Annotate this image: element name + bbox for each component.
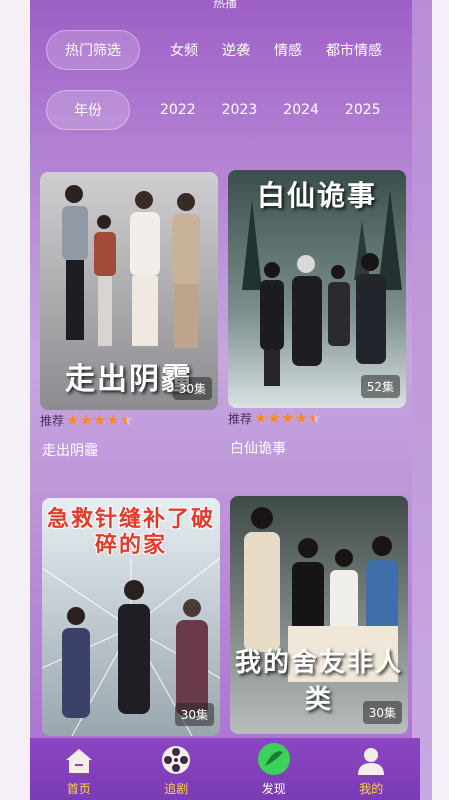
drama-name[interactable]: 白仙诡事 [228, 438, 406, 458]
year-chip-2025[interactable]: 2025 [345, 102, 381, 118]
star-icon: ★ [79, 411, 93, 429]
poster-title: 急救针缝补了破碎的家 [46, 506, 215, 558]
tab-mine[interactable]: 我的 [331, 742, 411, 797]
page-title: 热播 [212, 0, 237, 10]
user-icon [355, 742, 387, 776]
home-icon [64, 742, 94, 776]
filter-chip-female[interactable]: 女频 [170, 40, 198, 60]
tab-home[interactable]: 首页 [39, 742, 119, 797]
tab-mine-label: 我的 [359, 782, 384, 796]
episode-badge: 30集 [362, 701, 402, 724]
episode-badge: 30集 [174, 703, 214, 726]
star-icon: ★ [280, 409, 295, 427]
episode-badge: 52集 [360, 375, 400, 398]
poster-title: 白仙诡事 [256, 179, 377, 212]
drama-poster[interactable]: 走出阴霾 30集 [40, 172, 218, 410]
year-chip-2024[interactable]: 2024 [283, 102, 319, 118]
tab-home-label: 首页 [66, 782, 91, 796]
drama-card[interactable]: 我的舍友非人类 30集 [230, 496, 408, 734]
hot-filter-row: 热门筛选 女频 逆袭 情感 都市情感 [46, 30, 382, 70]
episode-badge: 30集 [172, 377, 212, 400]
star-icon: ★ [294, 409, 308, 427]
recommend-label: 推荐 [228, 411, 253, 426]
year-filter-label[interactable]: 年份 [46, 90, 130, 130]
app-screen: 热播 热门筛选 女频 逆袭 情感 都市情感 年份 2022 2023 2024 … [30, 0, 420, 800]
drama-card[interactable]: 走出阴霾 30集 推荐 ★ ★ ★ ★ ★ 走出阴霾 [40, 172, 218, 460]
star-icon: ★ [254, 409, 268, 427]
drama-card[interactable]: 白仙诡事 52集 推荐 ★ ★ ★ ★ ★ 白仙诡事 [228, 170, 406, 458]
year-filter-row: 年份 2022 2023 2024 2025 [46, 90, 381, 130]
tab-discover[interactable]: 发现 [234, 742, 314, 797]
tab-following-label: 追剧 [164, 782, 189, 796]
half-star-icon: ★ [307, 409, 322, 427]
side-strip [412, 0, 432, 800]
rating-row: 推荐 ★ ★ ★ ★ ★ [228, 410, 406, 426]
star-icon: ★ [66, 411, 80, 429]
hot-filter-label[interactable]: 热门筛选 [46, 30, 140, 70]
filter-chip-urban[interactable]: 都市情感 [326, 40, 382, 60]
drama-poster[interactable]: 我的舍友非人类 30集 [230, 496, 408, 734]
drama-name[interactable]: 走出阴霾 [40, 440, 218, 460]
tab-discover-label: 发现 [261, 782, 286, 796]
discover-icon [257, 742, 291, 776]
half-star-icon: ★ [119, 411, 134, 429]
bottom-tab-bar: 首页 追剧 发现 我的 [30, 738, 420, 800]
tab-following[interactable]: 追剧 [136, 742, 216, 797]
star-icon: ★ [267, 409, 281, 427]
filter-chip-emotion[interactable]: 情感 [274, 40, 302, 60]
star-icon: ★ [106, 411, 120, 429]
year-chip-2023[interactable]: 2023 [222, 102, 258, 118]
year-chip-2022[interactable]: 2022 [160, 102, 196, 118]
film-reel-icon [160, 742, 192, 776]
drama-poster[interactable]: 急救针缝补了破碎的家 30集 [42, 498, 220, 736]
rating-row: 推荐 ★ ★ ★ ★ ★ [40, 412, 218, 428]
drama-poster[interactable]: 白仙诡事 52集 [228, 170, 406, 408]
recommend-label: 推荐 [40, 413, 65, 428]
drama-card[interactable]: 急救针缝补了破碎的家 30集 [42, 498, 220, 736]
filter-chip-comeback[interactable]: 逆袭 [222, 40, 250, 60]
star-icon: ★ [92, 411, 107, 429]
